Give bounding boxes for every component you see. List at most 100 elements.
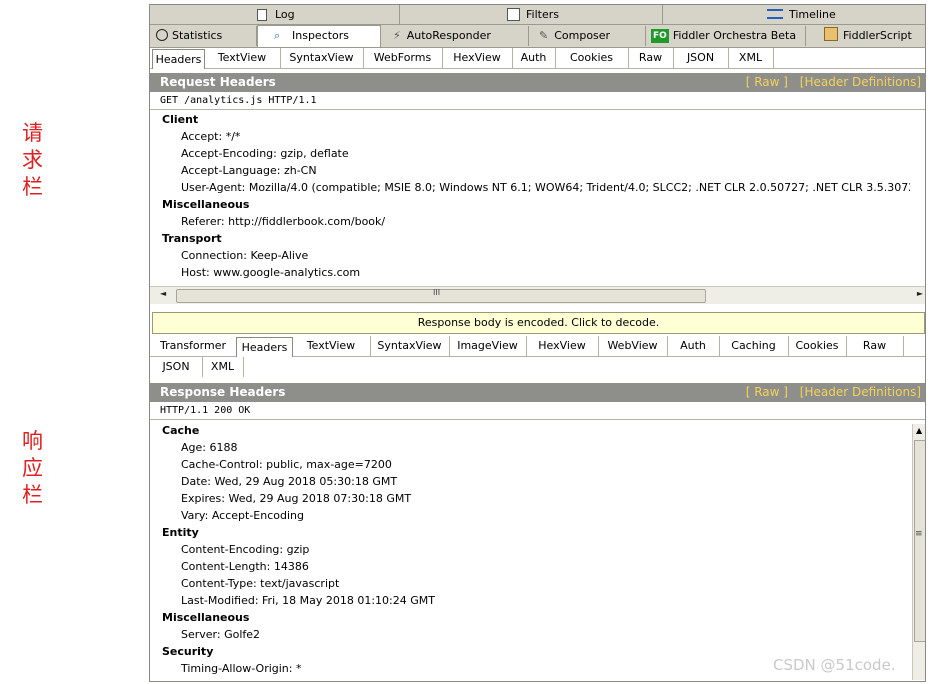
header-item[interactable]: User-Agent: Mozilla/4.0 (compatible; MSI…: [150, 179, 910, 196]
side-char: 栏: [22, 483, 43, 507]
req-tab-headers[interactable]: Headers: [152, 49, 205, 69]
response-inspector-tabs: Transformer Headers TextView SyntaxView …: [150, 336, 925, 357]
scroll-left-arrow-icon[interactable]: ◄: [160, 289, 166, 298]
resp-tab-auth[interactable]: Auth: [667, 336, 720, 356]
header-item[interactable]: Connection: Keep-Alive: [150, 247, 910, 264]
header-item[interactable]: Expires: Wed, 29 Aug 2018 07:30:18 GMT: [150, 490, 910, 507]
request-raw-link[interactable]: [ Raw ]: [746, 75, 788, 89]
resp-tab-xml[interactable]: XML: [202, 357, 244, 377]
scroll-up-arrow-icon[interactable]: ▲: [916, 426, 922, 435]
header-group[interactable]: Miscellaneous: [150, 196, 910, 213]
req-tab-xml[interactable]: XML: [728, 48, 774, 68]
header-item[interactable]: Cache-Control: public, max-age=7200: [150, 456, 910, 473]
stopwatch-icon: [156, 29, 168, 41]
header-item[interactable]: Accept: */*: [150, 128, 910, 145]
header-item[interactable]: Server: Golfe2: [150, 626, 910, 643]
tab-fiddlerscript[interactable]: FiddlerScript: [806, 26, 925, 46]
header-item[interactable]: Content-Length: 14386: [150, 558, 910, 575]
resp-tab-caching[interactable]: Caching: [719, 336, 789, 356]
scroll-grip-icon: ≡: [915, 529, 923, 539]
divider: [150, 419, 925, 420]
header-item[interactable]: Content-Type: text/javascript: [150, 575, 910, 592]
header-group[interactable]: Cache: [150, 422, 910, 439]
tab-label: Fiddler Orchestra Beta: [672, 29, 797, 42]
resp-tab-webview[interactable]: WebView: [598, 336, 668, 356]
response-vertical-scrollbar[interactable]: ▲ ≡: [912, 424, 925, 680]
header-item[interactable]: Referer: http://fiddlerbook.com/book/: [150, 213, 910, 230]
req-tab-webforms[interactable]: WebForms: [363, 48, 443, 68]
scroll-right-arrow-icon[interactable]: ►: [917, 289, 923, 298]
header-group[interactable]: Client: [150, 111, 910, 128]
req-tab-json[interactable]: JSON: [673, 48, 729, 68]
scroll-grip-icon: III: [433, 288, 441, 297]
tab-statistics[interactable]: Statistics: [152, 26, 257, 46]
resp-tab-imageview[interactable]: ImageView: [449, 336, 527, 356]
checkbox-icon: [507, 8, 520, 21]
response-headers-bar: Response Headers [ Raw ] [Header Definit…: [150, 383, 925, 402]
req-tab-textview[interactable]: TextView: [204, 48, 281, 68]
scroll-thumb[interactable]: [914, 440, 925, 642]
header-item[interactable]: Vary: Accept-Encoding: [150, 507, 910, 524]
header-item[interactable]: Accept-Language: zh-CN: [150, 162, 910, 179]
tab-fiddler-orchestra[interactable]: FO Fiddler Orchestra Beta: [646, 26, 806, 46]
request-side-label: 请 求 栏: [22, 120, 52, 201]
scroll-thumb[interactable]: [176, 289, 706, 303]
decode-notice-bar[interactable]: Response body is encoded. Click to decod…: [152, 312, 925, 334]
request-inspector-tabs: Headers TextView SyntaxView WebForms Hex…: [150, 48, 925, 69]
request-headers-title: Request Headers: [160, 75, 276, 89]
request-header-tree: Client Accept: */* Accept-Encoding: gzip…: [150, 111, 910, 281]
header-group[interactable]: Miscellaneous: [150, 609, 910, 626]
header-item[interactable]: Date: Wed, 29 Aug 2018 05:30:18 GMT: [150, 473, 910, 490]
header-item[interactable]: Last-Modified: Fri, 18 May 2018 01:10:24…: [150, 592, 910, 609]
header-item[interactable]: Content-Encoding: gzip: [150, 541, 910, 558]
header-group[interactable]: Transport: [150, 230, 910, 247]
script-icon: [824, 27, 838, 41]
tab-inspectors[interactable]: ⌕ Inspectors: [257, 25, 381, 47]
main-tabs: Statistics ⌕ Inspectors ⚡ AutoResponder ✎ C…: [150, 25, 925, 48]
watermark: CSDN @51code.: [773, 656, 896, 674]
fo-badge-icon: FO: [651, 29, 669, 43]
filters-tab[interactable]: Filters: [400, 5, 663, 24]
tab-label: FiddlerScript: [843, 29, 912, 42]
tab-composer[interactable]: ✎ Composer: [529, 26, 646, 46]
resp-tab-textview[interactable]: TextView: [292, 336, 371, 356]
timeline-tab[interactable]: Timeline: [663, 5, 925, 24]
side-char: 栏: [22, 175, 43, 199]
response-headers-title: Response Headers: [160, 385, 286, 399]
request-horizontal-scrollbar[interactable]: ◄ III ►: [150, 286, 925, 304]
resp-tab-cookies[interactable]: Cookies: [788, 336, 847, 356]
header-item[interactable]: Age: 6188: [150, 439, 910, 456]
divider: [150, 109, 925, 110]
resp-tab-headers[interactable]: Headers: [236, 337, 293, 357]
req-tab-auth[interactable]: Auth: [512, 48, 556, 68]
header-group[interactable]: Entity: [150, 524, 910, 541]
req-tab-hexview[interactable]: HexView: [442, 48, 513, 68]
response-header-definitions-link[interactable]: [Header Definitions]: [800, 385, 921, 399]
request-headers-bar: Request Headers [ Raw ] [Header Definiti…: [150, 73, 925, 92]
log-tab[interactable]: Log: [150, 5, 400, 24]
resp-tab-hexview[interactable]: HexView: [526, 336, 599, 356]
req-tab-raw[interactable]: Raw: [628, 48, 674, 68]
side-char: 应: [22, 456, 43, 480]
tab-autoresponder[interactable]: ⚡ AutoResponder: [381, 26, 529, 46]
side-char: 求: [22, 148, 43, 172]
resp-tab-json[interactable]: JSON: [150, 357, 203, 377]
timeline-label: Timeline: [789, 8, 836, 21]
response-header-tree: Cache Age: 6188 Cache-Control: public, m…: [150, 422, 910, 677]
req-tab-syntaxview[interactable]: SyntaxView: [280, 48, 364, 68]
status-line: HTTP/1.1 200 OK: [160, 405, 251, 416]
fiddler-window: Log Filters Timeline Statistics ⌕ Inspect…: [149, 4, 926, 682]
request-header-definitions-link[interactable]: [Header Definitions]: [800, 75, 921, 89]
resp-tab-transformer[interactable]: Transformer: [150, 336, 236, 356]
response-side-label: 响 应 栏: [22, 428, 52, 509]
header-item[interactable]: Host: www.google-analytics.com: [150, 264, 910, 281]
request-line: GET /analytics.js HTTP/1.1: [160, 95, 317, 106]
response-raw-link[interactable]: [ Raw ]: [746, 385, 788, 399]
tab-label: Inspectors: [292, 29, 350, 42]
log-icon: [257, 9, 267, 21]
timeline-icon: [767, 9, 783, 19]
resp-tab-syntaxview[interactable]: SyntaxView: [370, 336, 450, 356]
req-tab-cookies[interactable]: Cookies: [555, 48, 629, 68]
header-item[interactable]: Accept-Encoding: gzip, deflate: [150, 145, 910, 162]
resp-tab-raw[interactable]: Raw: [846, 336, 904, 356]
